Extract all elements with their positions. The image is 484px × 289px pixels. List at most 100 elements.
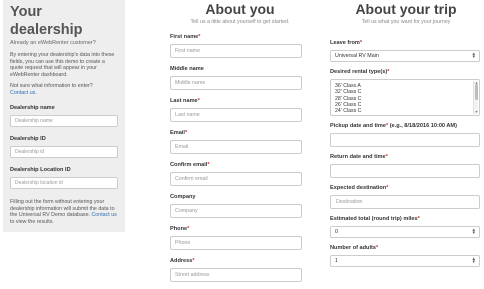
- company-input[interactable]: Company: [170, 204, 302, 218]
- about-you-subtitle: Tell us a little about yourself to get s…: [190, 19, 290, 25]
- listbox-scrollbar[interactable]: ▲ ▼: [473, 81, 478, 114]
- dealership-footer-tail: to view the results.: [10, 218, 54, 225]
- address-label: Address*: [170, 258, 310, 265]
- contact-us-link[interactable]: Contact us.: [10, 90, 118, 97]
- rental-type-option[interactable]: 24' Class C: [335, 108, 475, 114]
- middle-name-input[interactable]: Middle name: [170, 76, 302, 90]
- pickup-label: Pickup date and time* (e.g., 8/18/2016 1…: [330, 123, 482, 130]
- miles-field: Estimated total (round trip) miles* 0 ▴ ▾: [330, 216, 482, 238]
- street-address-input[interactable]: Street address: [170, 268, 302, 282]
- dealership-footer: Filling out the form without entering yo…: [10, 199, 118, 225]
- company-label: Company: [170, 194, 310, 201]
- select-arrows-icon: ▴ ▾: [472, 227, 475, 236]
- required-marker: *: [192, 258, 195, 264]
- dealership-panel: Your dealership Already an eWebRenter cu…: [3, 0, 125, 232]
- return-field: Return date and time*: [330, 154, 482, 178]
- confirm-email-field: Confirm email* Confirm email: [170, 162, 310, 186]
- dealership-name-input[interactable]: Dealership name: [10, 115, 118, 127]
- required-marker: *: [385, 154, 388, 160]
- dealership-name-label: Dealership name: [10, 105, 55, 111]
- miles-select[interactable]: 0 ▴ ▾: [330, 226, 480, 238]
- about-trip-section: About your trip Tell us what you want fo…: [330, 0, 482, 267]
- last-name-input[interactable]: Last name: [170, 108, 302, 122]
- company-label-text: Company: [170, 194, 196, 200]
- email-field: Email* Email: [170, 130, 310, 154]
- phone-field: Phone* Phone: [170, 226, 310, 250]
- phone-label-text: Phone: [170, 226, 188, 232]
- pickup-hint: (e.g., 8/18/2016 10:00 AM): [388, 123, 457, 129]
- miles-label: Estimated total (round trip) miles*: [330, 216, 482, 223]
- footer-contact-link[interactable]: Contact us: [91, 212, 116, 218]
- last-name-field: Last name* Last name: [170, 98, 310, 122]
- required-marker: *: [387, 69, 390, 75]
- adults-label: Number of adults*: [330, 245, 482, 252]
- pickup-field: Pickup date and time* (e.g., 8/18/2016 1…: [330, 123, 482, 147]
- select-arrows-icon: ▴ ▾: [472, 256, 475, 265]
- leave-from-label: Leave from*: [330, 40, 482, 47]
- first-name-label: First name*: [170, 34, 310, 41]
- destination-input[interactable]: Destination: [330, 195, 480, 209]
- address-field: Address* Street address: [170, 258, 310, 282]
- email-label-text: Email: [170, 130, 185, 136]
- confirm-email-label: Confirm email*: [170, 162, 310, 169]
- dealership-id-input[interactable]: Dealership id: [10, 146, 118, 158]
- rental-type-label-text: Desired rental type(s): [330, 69, 388, 75]
- adults-label-text: Number of adults: [330, 245, 376, 251]
- confirm-email-label-text: Confirm email: [170, 162, 208, 168]
- destination-field: Expected destination* Destination: [330, 185, 482, 209]
- about-you-title: About you: [205, 1, 275, 17]
- dealership-title: Your dealership: [10, 4, 83, 38]
- email-label: Email*: [170, 130, 310, 137]
- leave-from-field: Leave from* Universal RV Main ▴ ▾: [330, 40, 482, 62]
- required-marker: *: [376, 245, 379, 251]
- dealership-id-label: Dealership ID: [10, 136, 46, 142]
- leave-from-label-text: Leave from: [330, 40, 360, 46]
- confirm-email-input[interactable]: Confirm email: [170, 172, 302, 186]
- required-marker: *: [386, 185, 389, 191]
- pickup-label-text: Pickup date and time: [330, 123, 386, 129]
- about-trip-title: About your trip: [355, 1, 457, 17]
- scroll-down-icon[interactable]: ▼: [474, 110, 479, 114]
- required-marker: *: [197, 98, 200, 104]
- destination-label-text: Expected destination: [330, 185, 387, 191]
- adults-field: Number of adults* 1 ▴ ▾: [330, 245, 482, 267]
- return-label-text: Return date and time: [330, 154, 386, 160]
- return-label: Return date and time*: [330, 154, 482, 161]
- pickup-datetime-input[interactable]: [330, 133, 480, 147]
- middle-name-label-text: Middle name: [170, 66, 204, 72]
- scrollbar-thumb[interactable]: [475, 84, 478, 100]
- required-marker: *: [207, 162, 210, 168]
- address-label-text: Address: [170, 258, 193, 264]
- return-datetime-input[interactable]: [330, 164, 480, 178]
- required-marker: *: [359, 40, 363, 46]
- miles-value: 0: [335, 229, 338, 235]
- phone-input[interactable]: Phone: [170, 236, 302, 250]
- adults-value: 1: [335, 258, 338, 264]
- first-name-input[interactable]: First name: [170, 44, 302, 58]
- adults-select[interactable]: 1 ▴ ▾: [330, 255, 480, 267]
- email-input[interactable]: Email: [170, 140, 302, 154]
- dealership-location-id-label: Dealership Location ID: [10, 167, 71, 173]
- destination-label: Expected destination*: [330, 185, 482, 192]
- last-name-label-text: Last name: [170, 98, 198, 104]
- rental-type-label: Desired rental type(s)*: [330, 69, 482, 76]
- required-marker: *: [184, 130, 188, 136]
- rental-type-listbox[interactable]: 36' Class A 32' Class C 28' Class C 26' …: [330, 79, 480, 116]
- about-trip-subtitle: Tell us what you want for your journey: [361, 19, 451, 25]
- required-marker: *: [198, 34, 201, 40]
- dealership-subtitle: Already an eWebRenter customer?: [10, 40, 96, 46]
- miles-label-text: Estimated total (round trip) miles: [330, 216, 418, 222]
- dealership-location-id-input[interactable]: Dealership location id: [10, 177, 118, 189]
- required-marker: *: [187, 226, 190, 232]
- leave-from-select[interactable]: Universal RV Main ▴ ▾: [330, 50, 480, 62]
- dealership-intro: By entering your dealership's data into …: [10, 52, 115, 78]
- middle-name-label: Middle name: [170, 66, 310, 73]
- first-name-label-text: First name: [170, 34, 199, 40]
- rental-type-field: Desired rental type(s)* 36' Class A 32' …: [330, 69, 482, 116]
- select-arrows-icon: ▴ ▾: [472, 51, 475, 60]
- required-marker: *: [417, 216, 420, 222]
- about-you-section: About you Tell us a little about yoursel…: [170, 0, 310, 282]
- phone-label: Phone*: [170, 226, 310, 233]
- last-name-label: Last name*: [170, 98, 310, 105]
- company-field: Company Company: [170, 194, 310, 218]
